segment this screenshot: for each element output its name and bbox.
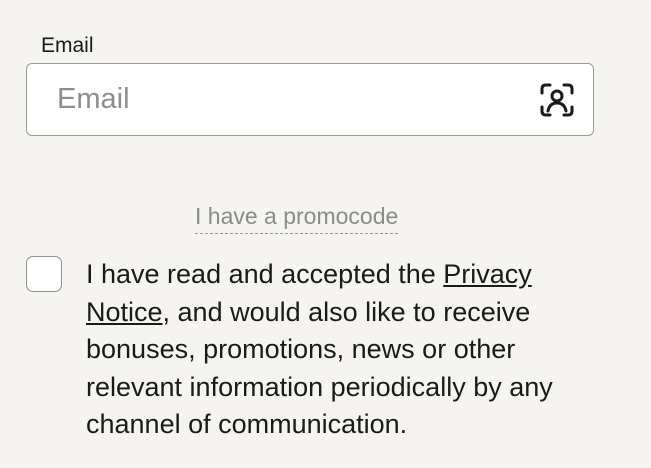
consent-text-before: I have read and accepted the	[86, 259, 444, 289]
promocode-link[interactable]: I have a promocode	[195, 201, 399, 234]
face-scan-icon	[540, 83, 574, 117]
email-input[interactable]	[57, 64, 527, 135]
consent-checkbox[interactable]	[26, 256, 62, 292]
face-scan-button[interactable]	[539, 82, 575, 118]
consent-text: I have read and accepted the Privacy Not…	[86, 256, 596, 444]
email-field-label: Email	[41, 34, 94, 57]
email-field-container[interactable]	[26, 63, 594, 136]
